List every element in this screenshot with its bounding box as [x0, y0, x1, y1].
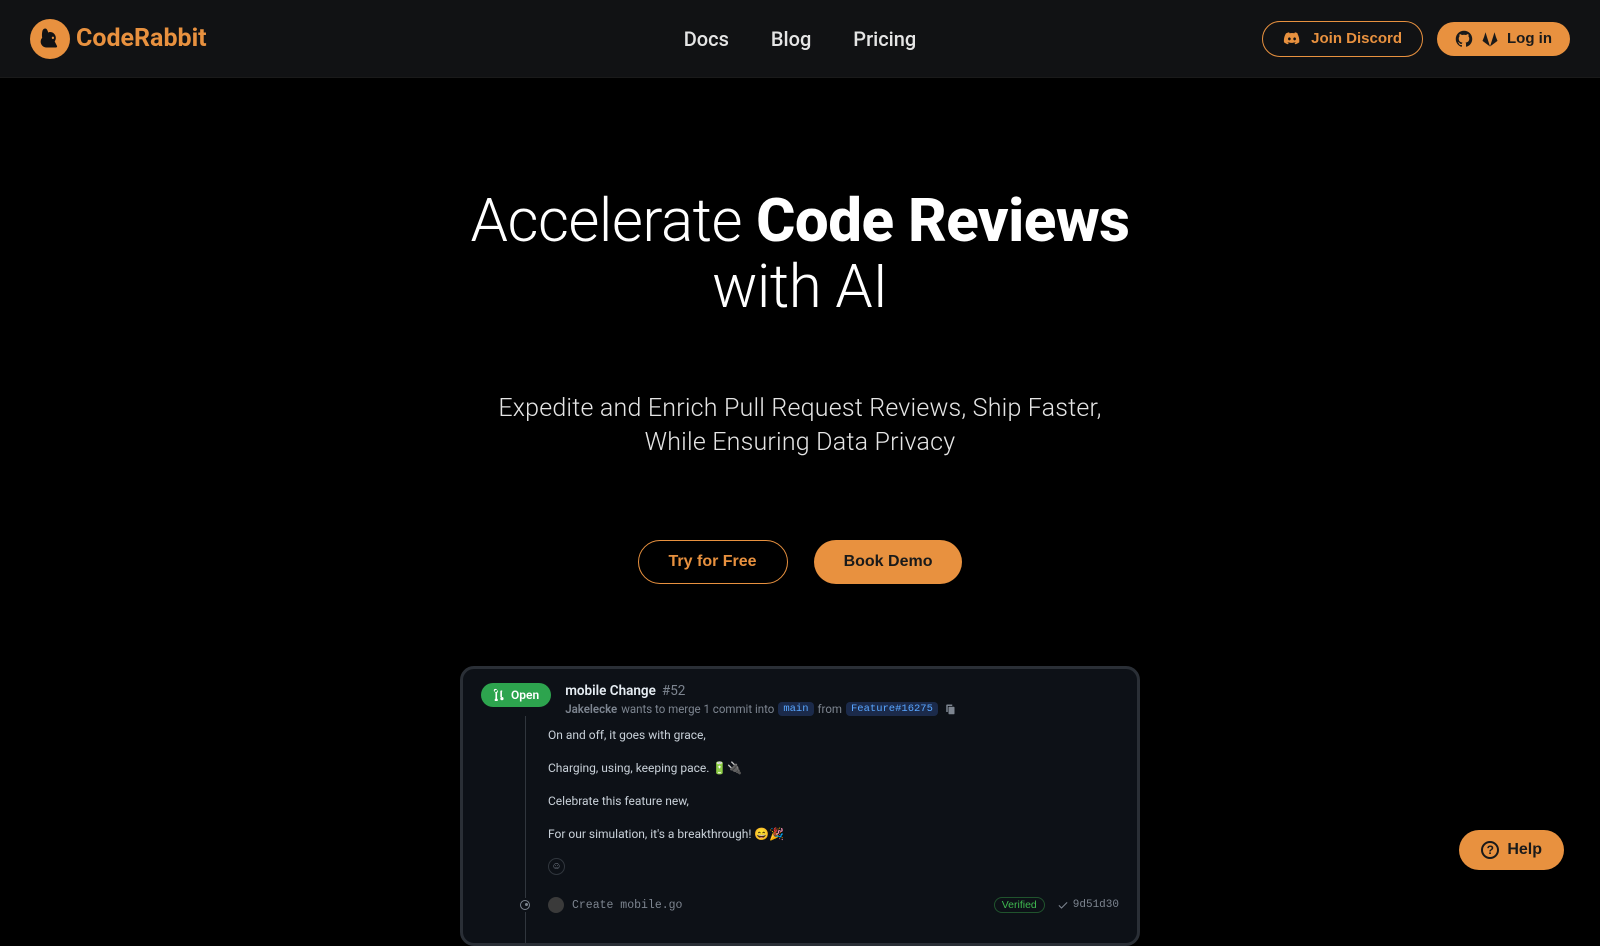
pr-number: #52 [662, 683, 686, 699]
pr-header: Open mobile Change #52 Jakelecke wants t… [481, 683, 1119, 716]
base-branch: main [778, 702, 813, 716]
main-nav: Docs Blog Pricing [684, 27, 917, 51]
nav-pricing[interactable]: Pricing [853, 27, 916, 51]
smiley-icon[interactable]: ☺ [548, 858, 565, 875]
github-icon [1455, 30, 1473, 48]
head-branch: Feature#16275 [846, 702, 938, 716]
pr-body: On and off, it goes with grace, Charging… [525, 716, 1119, 946]
logo[interactable]: CodeRabbit [30, 19, 207, 59]
git-pull-request-icon [493, 688, 506, 701]
pr-preview-card: Open mobile Change #52 Jakelecke wants t… [460, 666, 1140, 946]
hero-subtitle: Expedite and Enrich Pull Request Reviews… [498, 392, 1101, 460]
nav-blog[interactable]: Blog [771, 27, 811, 51]
check-icon [1057, 899, 1069, 911]
discord-label: Join Discord [1311, 30, 1402, 47]
brand-name: CodeRabbit [76, 24, 207, 53]
pr-open-badge: Open [481, 683, 551, 707]
hero-cta-group: Try for Free Book Demo [638, 540, 963, 584]
gitlab-icon [1481, 30, 1499, 48]
help-button[interactable]: ? Help [1459, 830, 1564, 870]
hero: Accelerate Code Reviews with AI Expedite… [0, 78, 1600, 946]
pr-merge-line: Jakelecke wants to merge 1 commit into m… [565, 702, 956, 716]
header: CodeRabbit Docs Blog Pricing Join Discor… [0, 0, 1600, 78]
try-for-free-button[interactable]: Try for Free [638, 540, 788, 584]
pr-title: mobile Change [565, 683, 656, 699]
copy-icon [944, 703, 956, 715]
discord-icon [1283, 30, 1301, 48]
pr-title-line: mobile Change #52 [565, 683, 956, 699]
help-icon: ? [1481, 841, 1499, 859]
commit-message: Create mobile.go [572, 899, 682, 912]
bot-comment-header: coderabbitai bot commented 3 minutes ago… [526, 943, 1140, 945]
help-label: Help [1507, 841, 1542, 859]
commit-hash: 9d51d30 [1057, 899, 1119, 911]
book-demo-button[interactable]: Book Demo [814, 540, 963, 584]
nav-docs[interactable]: Docs [684, 27, 729, 51]
commit-node-icon [518, 898, 532, 912]
rabbit-icon [30, 19, 70, 59]
header-actions: Join Discord Log in [1262, 21, 1570, 57]
hero-title: Accelerate Code Reviews with AI [471, 188, 1130, 320]
login-label: Log in [1507, 30, 1552, 47]
login-button[interactable]: Log in [1437, 22, 1570, 56]
join-discord-button[interactable]: Join Discord [1262, 21, 1423, 57]
